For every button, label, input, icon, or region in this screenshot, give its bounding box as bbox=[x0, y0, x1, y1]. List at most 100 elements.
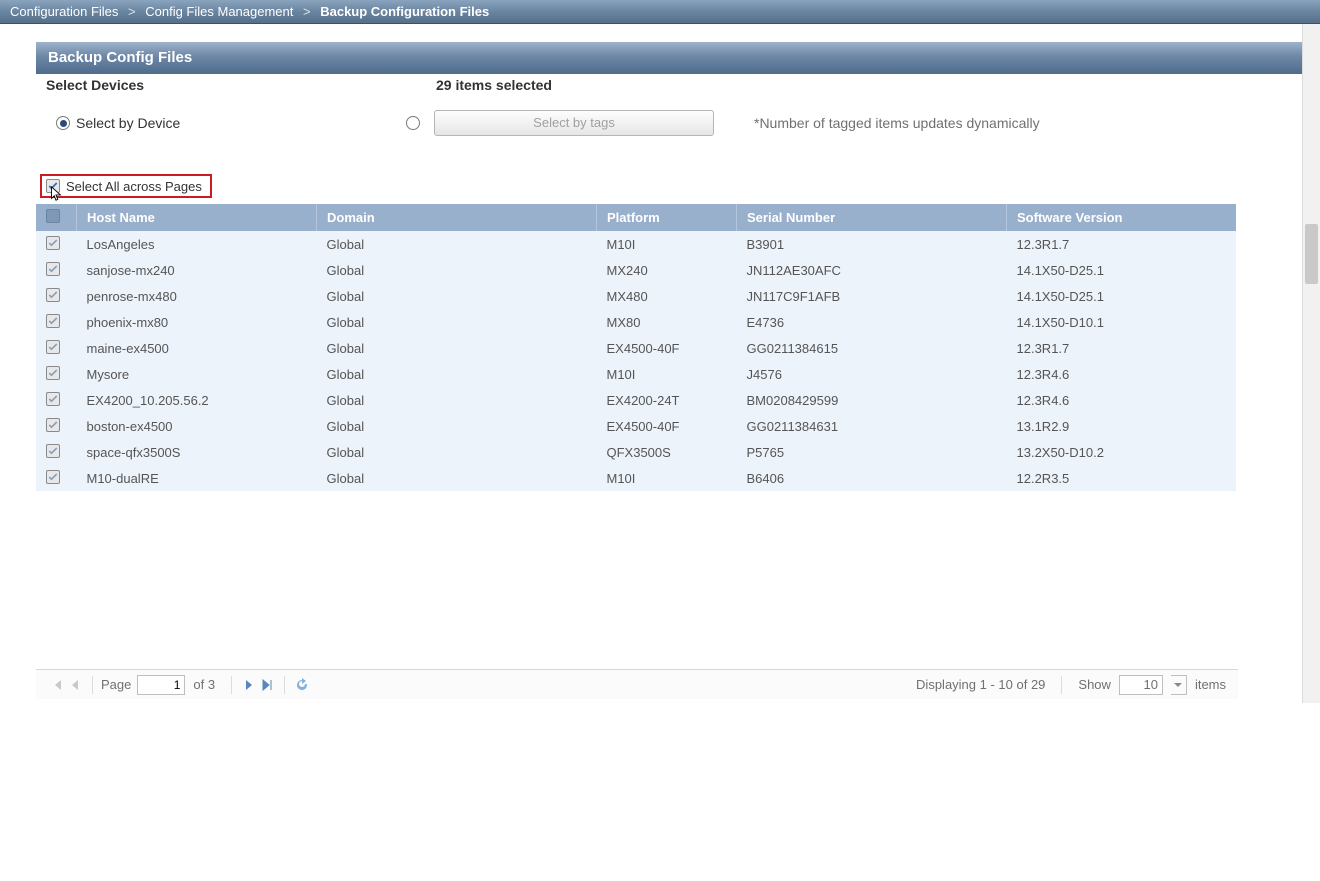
cell-host: sanjose-mx240 bbox=[77, 257, 317, 283]
table-row[interactable]: LosAngelesGlobalM10IB390112.3R1.7 bbox=[36, 231, 1236, 257]
cell-host: penrose-mx480 bbox=[77, 283, 317, 309]
table-row[interactable]: space-qfx3500SGlobalQFX3500SP576513.2X50… bbox=[36, 439, 1236, 465]
row-checkbox[interactable] bbox=[46, 314, 60, 328]
select-by-tags-button[interactable]: Select by tags bbox=[434, 110, 714, 136]
cell-serial: JN117C9F1AFB bbox=[737, 283, 1007, 309]
cell-version: 12.2R3.5 bbox=[1007, 465, 1237, 491]
select-by-device-label: Select by Device bbox=[76, 115, 180, 131]
cell-host: Mysore bbox=[77, 361, 317, 387]
select-by-tags: Select by tags bbox=[406, 110, 714, 136]
row-checkbox[interactable] bbox=[46, 418, 60, 432]
cell-platform: EX4500-40F bbox=[597, 335, 737, 361]
table-row[interactable]: M10-dualREGlobalM10IB640612.2R3.5 bbox=[36, 465, 1236, 491]
cell-platform: EX4200-24T bbox=[597, 387, 737, 413]
header-version[interactable]: Software Version bbox=[1007, 204, 1237, 231]
table-row[interactable]: sanjose-mx240GlobalMX240JN112AE30AFC14.1… bbox=[36, 257, 1236, 283]
pager-sep bbox=[1061, 676, 1062, 694]
cell-domain: Global bbox=[317, 309, 597, 335]
cell-domain: Global bbox=[317, 465, 597, 491]
select-all-across-pages[interactable]: Select All across Pages bbox=[40, 174, 212, 198]
row-checkbox[interactable] bbox=[46, 262, 60, 276]
cell-serial: E4736 bbox=[737, 309, 1007, 335]
radio-select-by-tags[interactable] bbox=[406, 116, 420, 130]
row-checkbox[interactable] bbox=[46, 470, 60, 484]
breadcrumb-item[interactable]: Configuration Files bbox=[10, 4, 118, 19]
row-checkbox[interactable] bbox=[46, 340, 60, 354]
cell-host: LosAngeles bbox=[77, 231, 317, 257]
page-size-dropdown[interactable] bbox=[1171, 675, 1187, 695]
table-row[interactable]: MysoreGlobalM10IJ457612.3R4.6 bbox=[36, 361, 1236, 387]
cell-domain: Global bbox=[317, 439, 597, 465]
backup-panel: Backup Config Files Select Devices 29 it… bbox=[36, 42, 1320, 703]
cell-domain: Global bbox=[317, 413, 597, 439]
breadcrumb-item[interactable]: Config Files Management bbox=[145, 4, 293, 19]
select-all-checkbox[interactable] bbox=[46, 179, 60, 193]
row-checkbox[interactable] bbox=[46, 288, 60, 302]
header-checkbox-col[interactable] bbox=[36, 204, 77, 231]
first-page-button[interactable] bbox=[48, 676, 66, 694]
prev-page-button[interactable] bbox=[66, 676, 84, 694]
header-domain[interactable]: Domain bbox=[317, 204, 597, 231]
breadcrumb-sep: > bbox=[297, 4, 317, 19]
breadcrumb: Configuration Files > Config Files Manag… bbox=[0, 0, 1320, 24]
cell-version: 12.3R1.7 bbox=[1007, 335, 1237, 361]
pager-sep bbox=[231, 676, 232, 694]
cell-platform: M10I bbox=[597, 361, 737, 387]
cell-host: EX4200_10.205.56.2 bbox=[77, 387, 317, 413]
cell-host: maine-ex4500 bbox=[77, 335, 317, 361]
cell-domain: Global bbox=[317, 257, 597, 283]
grid-header-row: Host Name Domain Platform Serial Number … bbox=[36, 204, 1236, 231]
cell-platform: EX4500-40F bbox=[597, 413, 737, 439]
table-row[interactable]: maine-ex4500GlobalEX4500-40FGG0211384615… bbox=[36, 335, 1236, 361]
device-grid: Host Name Domain Platform Serial Number … bbox=[36, 204, 1320, 881]
refresh-button[interactable] bbox=[293, 676, 311, 694]
cell-domain: Global bbox=[317, 361, 597, 387]
table-row[interactable]: EX4200_10.205.56.2GlobalEX4200-24TBM0208… bbox=[36, 387, 1236, 413]
row-checkbox[interactable] bbox=[46, 366, 60, 380]
header-platform[interactable]: Platform bbox=[597, 204, 737, 231]
cell-platform: MX480 bbox=[597, 283, 737, 309]
displaying-label: Displaying 1 - 10 of 29 bbox=[916, 677, 1045, 692]
cell-version: 14.1X50-D25.1 bbox=[1007, 257, 1237, 283]
header-host[interactable]: Host Name bbox=[77, 204, 317, 231]
page-total: of 3 bbox=[193, 677, 215, 692]
cell-domain: Global bbox=[317, 335, 597, 361]
scrollbar-thumb[interactable] bbox=[1305, 224, 1318, 284]
cell-host: boston-ex4500 bbox=[77, 413, 317, 439]
row-checkbox[interactable] bbox=[46, 392, 60, 406]
cell-serial: B6406 bbox=[737, 465, 1007, 491]
cell-platform: QFX3500S bbox=[597, 439, 737, 465]
cell-platform: MX240 bbox=[597, 257, 737, 283]
cell-serial: GG0211384615 bbox=[737, 335, 1007, 361]
cell-domain: Global bbox=[317, 283, 597, 309]
cell-host: space-qfx3500S bbox=[77, 439, 317, 465]
row-checkbox[interactable] bbox=[46, 444, 60, 458]
tags-hint: *Number of tagged items updates dynamica… bbox=[754, 115, 1040, 131]
table-row[interactable]: phoenix-mx80GlobalMX80E473614.1X50-D10.1 bbox=[36, 309, 1236, 335]
breadcrumb-sep: > bbox=[122, 4, 142, 19]
table-row[interactable]: penrose-mx480GlobalMX480JN117C9F1AFB14.1… bbox=[36, 283, 1236, 309]
sub-header: Select Devices 29 items selected bbox=[36, 74, 1320, 96]
cell-version: 13.1R2.9 bbox=[1007, 413, 1237, 439]
page-size-select[interactable]: 10 bbox=[1119, 675, 1163, 695]
cell-serial: J4576 bbox=[737, 361, 1007, 387]
table-row[interactable]: boston-ex4500GlobalEX4500-40FGG021138463… bbox=[36, 413, 1236, 439]
radio-select-by-device[interactable] bbox=[56, 116, 70, 130]
cell-domain: Global bbox=[317, 387, 597, 413]
header-checkbox[interactable] bbox=[46, 209, 60, 223]
row-checkbox[interactable] bbox=[46, 236, 60, 250]
header-serial[interactable]: Serial Number bbox=[737, 204, 1007, 231]
vertical-scrollbar[interactable] bbox=[1302, 24, 1320, 703]
cell-version: 12.3R1.7 bbox=[1007, 231, 1237, 257]
cell-version: 14.1X50-D25.1 bbox=[1007, 283, 1237, 309]
last-page-button[interactable] bbox=[258, 676, 276, 694]
next-page-button[interactable] bbox=[240, 676, 258, 694]
page-input[interactable] bbox=[137, 675, 185, 695]
cell-host: M10-dualRE bbox=[77, 465, 317, 491]
cell-host: phoenix-mx80 bbox=[77, 309, 317, 335]
cell-version: 12.3R4.6 bbox=[1007, 387, 1237, 413]
cell-platform: M10I bbox=[597, 231, 737, 257]
cell-serial: JN112AE30AFC bbox=[737, 257, 1007, 283]
pager-sep bbox=[92, 676, 93, 694]
select-by-device[interactable]: Select by Device bbox=[56, 115, 406, 131]
